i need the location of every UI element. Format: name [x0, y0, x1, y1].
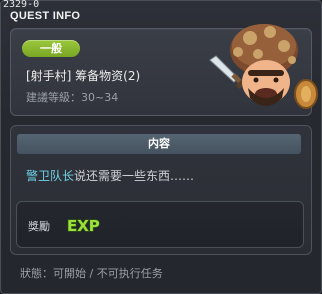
exp-reward-text: EXP: [67, 217, 100, 234]
recommended-level-label: 建議等級：: [26, 91, 81, 104]
mushroom-monster-icon: [209, 24, 318, 109]
quest-description: 警卫队长说还需要一些东西……: [26, 167, 194, 184]
recommended-level: 建議等級：30~34: [26, 89, 118, 105]
window-title: QUEST INFO: [10, 10, 81, 22]
npc-name-link[interactable]: 警卫队长: [26, 169, 74, 183]
exp-reward-icon[interactable]: EXP: [66, 216, 100, 234]
status-separator: /: [86, 267, 97, 280]
quest-description-text: 说还需要一些东西……: [74, 169, 195, 183]
status-note: 不可执行任务: [96, 267, 163, 280]
quest-status: 狀態：可開始 / 不可执行任务: [20, 265, 163, 281]
quest-category-badge: 一般: [22, 40, 80, 57]
quest-id-label: 2329-0: [3, 0, 40, 10]
status-label: 狀態：: [20, 267, 53, 280]
quest-name: [射手村] 筹备物资(2): [26, 69, 141, 83]
reward-panel: [16, 201, 304, 248]
content-header: 内容: [17, 134, 301, 154]
recommended-level-range: 30~34: [81, 91, 119, 104]
reward-label: 獎勵: [28, 220, 50, 233]
shield-icon: [294, 79, 318, 109]
status-state: 可開始: [53, 267, 86, 280]
